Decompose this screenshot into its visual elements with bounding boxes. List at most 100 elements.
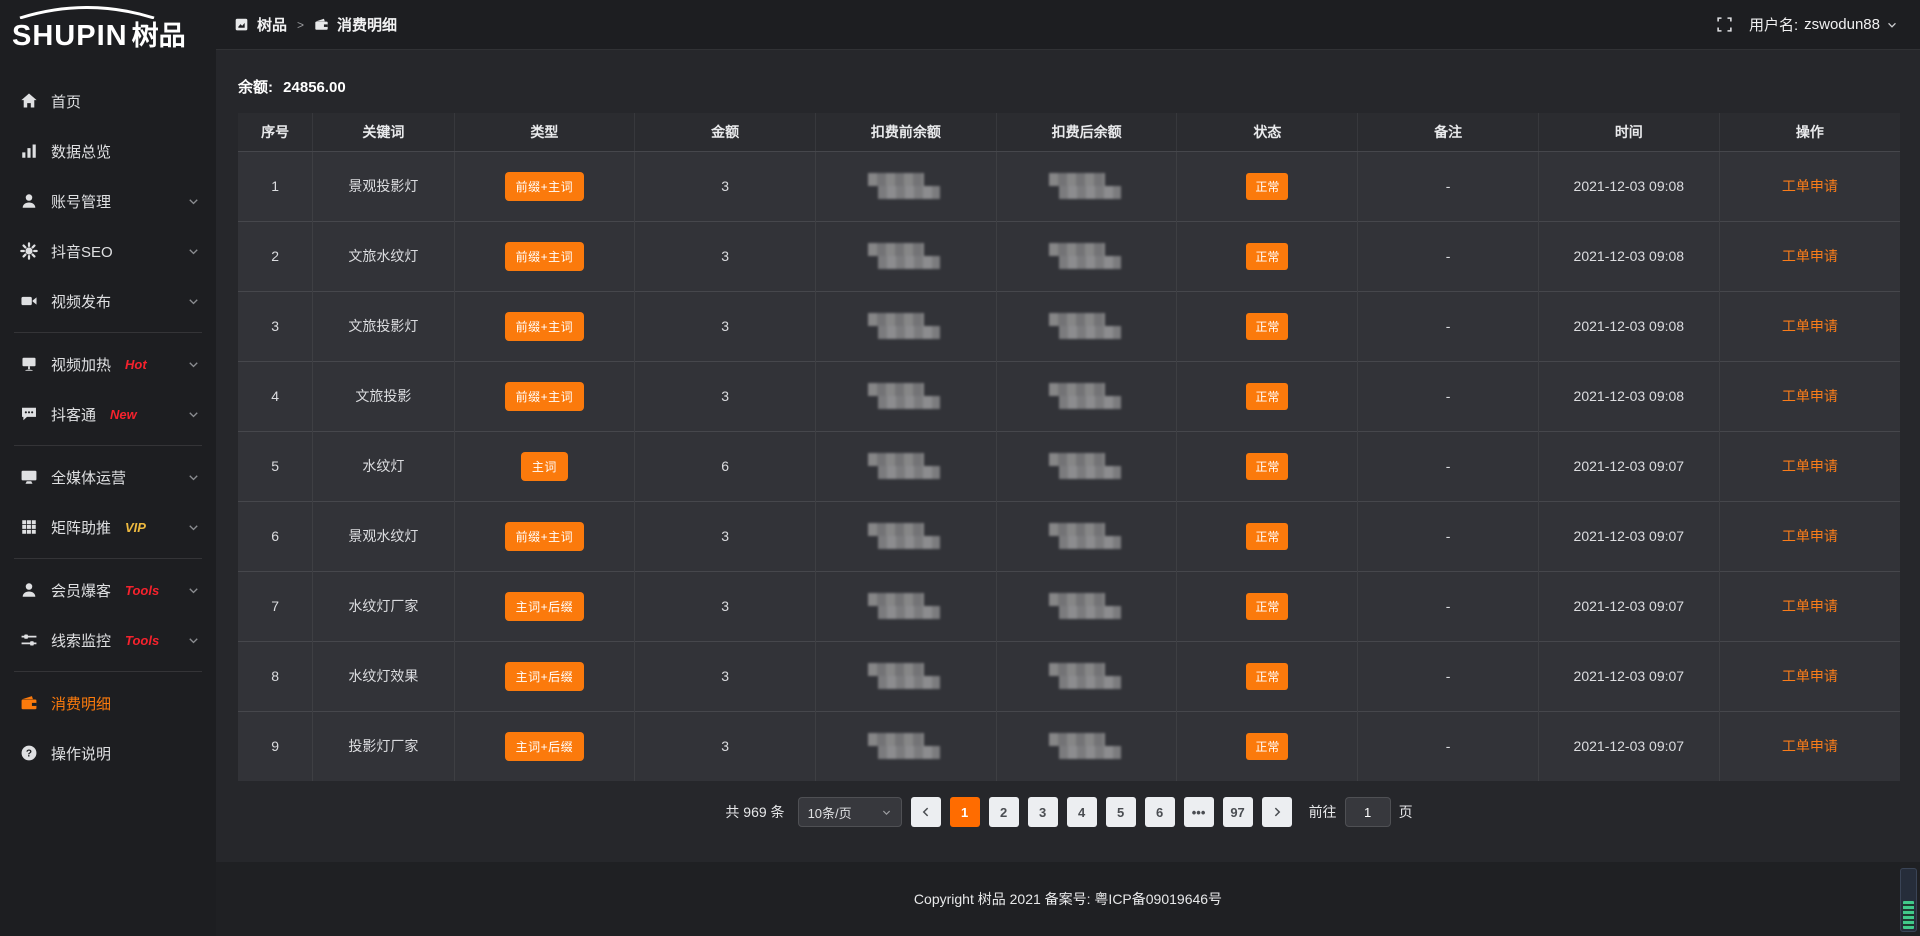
cell-amount: 3 — [635, 291, 816, 361]
cell-amount: 3 — [635, 151, 816, 221]
balance-row: 余额: 24856.00 — [238, 76, 1900, 97]
cell-time: 2021-12-03 09:08 — [1538, 291, 1719, 361]
cell-amount: 3 — [635, 571, 816, 641]
sidebar-item-首页[interactable]: 首页 — [0, 76, 216, 126]
next-page-button[interactable] — [1262, 797, 1292, 827]
type-badge: 前缀+主词 — [505, 172, 585, 201]
sidebar-item-label: 抖音SEO — [51, 241, 113, 262]
gear-icon — [20, 242, 38, 260]
cell-keyword: 水纹灯 — [313, 431, 454, 501]
cell-index: 5 — [238, 431, 313, 501]
cell-balance-before — [816, 711, 997, 781]
cell-type: 前缀+主词 — [454, 151, 635, 221]
user-menu[interactable]: 用户名: zswodun88 — [1749, 14, 1898, 35]
work-order-link[interactable]: 工单申请 — [1782, 458, 1838, 474]
cell-amount: 3 — [635, 501, 816, 571]
page-button-5[interactable]: 5 — [1106, 797, 1136, 827]
prev-page-button[interactable] — [911, 797, 941, 827]
page-size-select[interactable]: 10条/页 — [798, 797, 902, 827]
sidebar-item-label: 消费明细 — [51, 693, 111, 714]
type-badge: 前缀+主词 — [505, 382, 585, 411]
type-badge: 主词+后缀 — [505, 732, 585, 761]
work-order-link[interactable]: 工单申请 — [1782, 738, 1838, 754]
sliders-icon — [20, 631, 38, 649]
cell-remark: - — [1358, 221, 1539, 291]
cell-status: 正常 — [1177, 291, 1358, 361]
sidebar-item-数据总览[interactable]: 数据总览 — [0, 126, 216, 176]
cell-type: 主词+后缀 — [454, 711, 635, 781]
censored-value — [1041, 591, 1133, 621]
cell-action: 工单申请 — [1719, 711, 1900, 781]
cell-index: 8 — [238, 641, 313, 711]
fullscreen-icon[interactable] — [1716, 16, 1733, 33]
pagination-total: 共 969 条 — [725, 802, 784, 822]
cell-balance-before — [816, 291, 997, 361]
cell-keyword: 景观投影灯 — [313, 151, 454, 221]
page-button-1[interactable]: 1 — [950, 797, 980, 827]
sidebar-divider — [14, 445, 202, 446]
cell-index: 9 — [238, 711, 313, 781]
work-order-link[interactable]: 工单申请 — [1782, 668, 1838, 684]
member-icon — [20, 581, 38, 599]
page-button-97[interactable]: 97 — [1223, 797, 1253, 827]
cell-index: 2 — [238, 221, 313, 291]
status-badge: 正常 — [1246, 173, 1288, 200]
main-panel: 树品 > 消费明细 用户名: zswodun88 余额: 24856.00 — [216, 0, 1920, 936]
goto-page-input[interactable] — [1345, 797, 1391, 827]
sidebar-item-label: 视频发布 — [51, 291, 111, 312]
column-header-类型: 类型 — [454, 113, 635, 151]
work-order-link[interactable]: 工单申请 — [1782, 248, 1838, 264]
cell-balance-after — [996, 711, 1177, 781]
cell-balance-before — [816, 431, 997, 501]
work-order-link[interactable]: 工单申请 — [1782, 318, 1838, 334]
page-button-6[interactable]: 6 — [1145, 797, 1175, 827]
grid-icon — [20, 518, 38, 536]
question-icon: ? — [20, 744, 38, 762]
sidebar-item-账号管理[interactable]: 账号管理 — [0, 176, 216, 226]
page-button-4[interactable]: 4 — [1067, 797, 1097, 827]
table-row: 2 文旅水纹灯 前缀+主词 3 正常 - 2021-12-03 09:08 工单… — [238, 221, 1900, 291]
chevron-down-icon — [187, 521, 200, 534]
page-button-2[interactable]: 2 — [989, 797, 1019, 827]
censored-value — [860, 661, 952, 691]
cell-remark: - — [1358, 291, 1539, 361]
work-order-link[interactable]: 工单申请 — [1782, 178, 1838, 194]
sidebar-item-视频发布[interactable]: 视频发布 — [0, 276, 216, 326]
sidebar-item-消费明细[interactable]: 消费明细 — [0, 678, 216, 728]
sidebar-item-label: 账号管理 — [51, 191, 111, 212]
sidebar-item-会员爆客[interactable]: 会员爆客 Tools — [0, 565, 216, 615]
cell-remark: - — [1358, 571, 1539, 641]
censored-value — [860, 241, 952, 271]
chevron-down-icon — [881, 807, 892, 818]
sidebar-item-矩阵助推[interactable]: 矩阵助推 VIP — [0, 502, 216, 552]
sidebar-item-抖音SEO[interactable]: 抖音SEO — [0, 226, 216, 276]
cell-action: 工单申请 — [1719, 501, 1900, 571]
cell-index: 4 — [238, 361, 313, 431]
type-badge: 主词+后缀 — [505, 662, 585, 691]
sidebar-item-全媒体运营[interactable]: 全媒体运营 — [0, 452, 216, 502]
cell-action: 工单申请 — [1719, 291, 1900, 361]
table-row: 4 文旅投影 前缀+主词 3 正常 - 2021-12-03 09:08 工单申… — [238, 361, 1900, 431]
work-order-link[interactable]: 工单申请 — [1782, 528, 1838, 544]
work-order-link[interactable]: 工单申请 — [1782, 598, 1838, 614]
column-header-操作: 操作 — [1719, 113, 1900, 151]
work-order-link[interactable]: 工单申请 — [1782, 388, 1838, 404]
cell-status: 正常 — [1177, 501, 1358, 571]
page-ellipsis-button[interactable]: ••• — [1184, 797, 1214, 827]
sidebar-item-视频加热[interactable]: 视频加热 Hot — [0, 339, 216, 389]
table-row: 9 投影灯厂家 主词+后缀 3 正常 - 2021-12-03 09:07 工单… — [238, 711, 1900, 781]
cell-amount: 6 — [635, 431, 816, 501]
cell-keyword: 景观水纹灯 — [313, 501, 454, 571]
sidebar-item-线索监控[interactable]: 线索监控 Tools — [0, 615, 216, 665]
sidebar-nav: 首页 数据总览 账号管理 抖音SEO 视频发布 视频加热 Hot 抖客通 New — [0, 64, 216, 778]
censored-value — [860, 451, 952, 481]
page-button-3[interactable]: 3 — [1028, 797, 1058, 827]
type-badge: 主词 — [521, 452, 568, 481]
page-size-value: 10条/页 — [808, 803, 852, 822]
logo: SHUPIN 树品 — [0, 0, 216, 64]
cell-balance-before — [816, 571, 997, 641]
sidebar-item-抖客通[interactable]: 抖客通 New — [0, 389, 216, 439]
sidebar-item-操作说明[interactable]: ? 操作说明 — [0, 728, 216, 778]
video-icon — [20, 292, 38, 310]
breadcrumb-item-home[interactable]: 树品 — [257, 14, 287, 35]
